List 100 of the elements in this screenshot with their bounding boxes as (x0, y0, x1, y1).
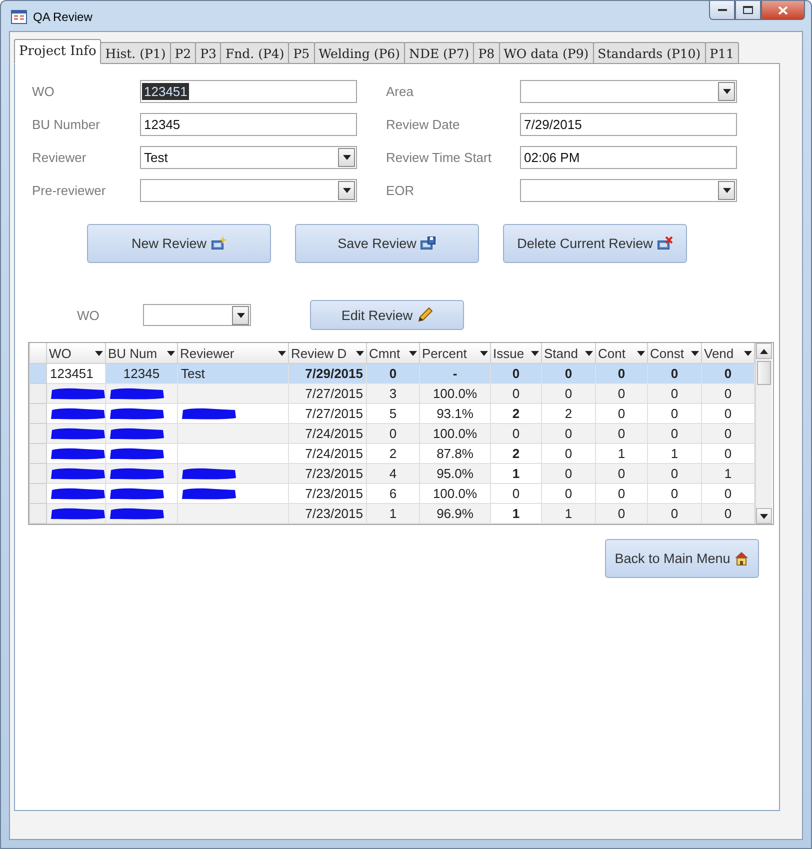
vertical-scrollbar[interactable] (755, 343, 772, 524)
table-cell: 0 (596, 404, 648, 424)
table-cell: 7/23/2015 (288, 504, 366, 524)
input-field[interactable]: 7/29/2015 (520, 113, 737, 136)
table-cell: 1 (648, 444, 702, 464)
tab[interactable]: Fnd. (P4) (220, 42, 290, 64)
down-arrow-icon (637, 350, 645, 356)
table-cell: 2 (490, 444, 542, 464)
record-selector[interactable] (30, 444, 46, 464)
table-cell: 96.9% (420, 504, 490, 524)
table-cell: 0 (702, 444, 754, 464)
minimize-button[interactable] (709, 1, 735, 20)
input-field[interactable]: 02:06 PM (520, 146, 737, 169)
table-cell: 0 (542, 424, 596, 444)
column-header[interactable]: WO (46, 343, 106, 364)
redaction-mark (50, 466, 104, 480)
tab[interactable]: WO data (P9) (498, 42, 594, 64)
down-arrow-icon (236, 312, 244, 318)
scrollbar-thumb[interactable] (757, 361, 771, 385)
table-cell: 12345 (106, 364, 178, 384)
tab[interactable]: P8 (473, 42, 500, 64)
redaction-mark (50, 486, 104, 500)
tab[interactable]: P5 (288, 42, 315, 64)
table-cell: 0 (490, 364, 542, 384)
table-cell: 100.0% (420, 484, 490, 504)
new-record-icon (210, 236, 227, 251)
dropdown-button[interactable] (718, 181, 735, 200)
column-header[interactable]: Percent (420, 343, 490, 364)
field-label: WO (32, 83, 56, 101)
redaction-mark (50, 506, 104, 520)
column-header[interactable]: Const (648, 343, 702, 364)
redaction-mark (109, 406, 165, 420)
input-field[interactable]: 123451 (140, 80, 357, 103)
tab[interactable]: NDE (P7) (404, 42, 474, 64)
delete-record-icon (656, 236, 673, 251)
scroll-up-button[interactable] (756, 343, 772, 359)
table-cell: 0 (702, 364, 754, 384)
column-header[interactable]: Stand (542, 343, 596, 364)
table-cell: 1 (596, 444, 648, 464)
action-button[interactable]: Save Review (295, 224, 479, 263)
table-cell: 7/27/2015 (288, 404, 366, 424)
down-arrow-icon (722, 89, 730, 94)
table-cell: 100.0% (420, 424, 490, 444)
down-arrow-icon (342, 188, 350, 193)
pencil-icon (416, 307, 433, 323)
table-cell: 0 (542, 384, 596, 404)
column-header[interactable]: Issue (490, 343, 542, 364)
dropdown-button[interactable] (718, 82, 735, 101)
table-cell: 0 (648, 364, 702, 384)
close-button[interactable] (761, 1, 805, 20)
tab[interactable]: P3 (195, 42, 222, 64)
dropdown-button[interactable] (338, 148, 355, 167)
record-selector[interactable] (30, 404, 46, 424)
table-cell: 95.0% (420, 464, 490, 484)
input-field[interactable]: 12345 (140, 113, 357, 136)
column-header[interactable]: Cont (596, 343, 648, 364)
column-header[interactable]: Vend (702, 343, 754, 364)
table-cell: 0 (366, 364, 420, 384)
table-cell: 5 (366, 404, 420, 424)
select-all-corner[interactable] (30, 343, 46, 364)
maximize-button[interactable] (735, 1, 761, 20)
table-cell: 7/29/2015 (288, 364, 366, 384)
table-cell: 1 (490, 504, 542, 524)
column-header[interactable]: Cmnt (366, 343, 420, 364)
table-cell: 0 (490, 384, 542, 404)
combo-box[interactable]: Test (140, 146, 357, 169)
record-selector[interactable] (30, 384, 46, 404)
dropdown-button[interactable] (232, 306, 249, 324)
down-arrow-icon (95, 350, 103, 356)
table-cell: 0 (542, 484, 596, 504)
column-header[interactable]: Reviewer (178, 343, 288, 364)
tab[interactable]: Project Info (14, 39, 102, 64)
field-label: WO (77, 308, 100, 322)
maximize-icon (743, 6, 753, 14)
table-cell: 0 (542, 364, 596, 384)
record-selector[interactable] (30, 424, 46, 444)
house-icon (734, 551, 750, 566)
action-button[interactable]: Delete Current Review (503, 224, 687, 263)
field-label: BU Number (32, 116, 101, 134)
tab[interactable]: Standards (P10) (592, 42, 706, 64)
dropdown-button[interactable] (338, 181, 355, 200)
tab[interactable]: Welding (P6) (314, 42, 405, 64)
table-cell: 2 (542, 404, 596, 424)
tab[interactable]: P11 (704, 42, 739, 64)
table-cell: 0 (542, 444, 596, 464)
scroll-down-button[interactable] (756, 508, 772, 524)
table-cell: 7/23/2015 (288, 464, 366, 484)
back-to-main-menu-button[interactable]: Back to Main Menu (605, 539, 759, 578)
record-selector[interactable] (30, 484, 46, 504)
action-button[interactable]: New Review (87, 224, 271, 263)
edit-review-button[interactable]: Edit Review (310, 300, 464, 330)
tab[interactable]: Hist. (P1) (100, 42, 171, 64)
record-selector[interactable] (30, 464, 46, 484)
table-cell: 7/24/2015 (288, 424, 366, 444)
tab[interactable]: P2 (170, 42, 196, 64)
column-header[interactable]: BU Num (106, 343, 178, 364)
column-header[interactable]: Review D (288, 343, 366, 364)
table-cell: 0 (596, 504, 648, 524)
record-selector[interactable] (30, 504, 46, 524)
field-value: 02:06 PM (523, 149, 581, 166)
